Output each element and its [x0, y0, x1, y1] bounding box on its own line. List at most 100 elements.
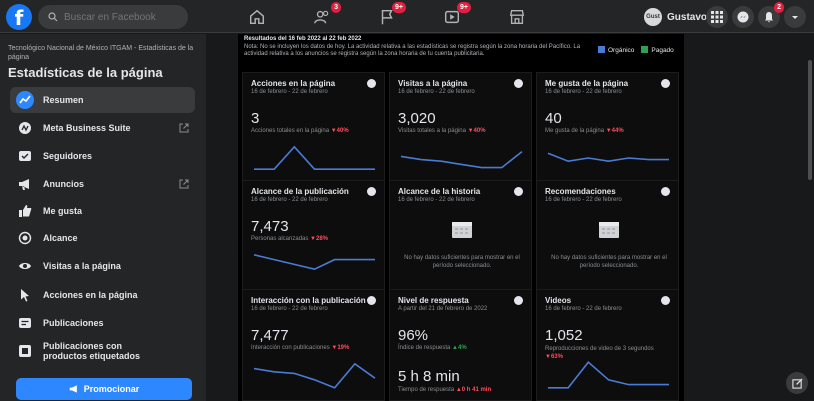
trend-line — [253, 254, 375, 271]
sidebar-item-label: Publicaciones — [43, 318, 104, 328]
profile-button[interactable]: Gust Gustavo — [644, 6, 707, 28]
caret-down-icon — [792, 16, 798, 19]
pages-flag-icon[interactable]: 9+ — [376, 2, 406, 28]
trend-line — [253, 362, 376, 389]
calendar-icon — [452, 222, 472, 238]
card-date: 16 de febrero - 22 de febrero — [545, 89, 622, 95]
card-date: 16 de febrero - 22 de febrero — [398, 89, 475, 95]
empty-state-text: No hay datos suficientes para mostrar en… — [404, 255, 520, 269]
card-date: A partir del 21 de febrero de 2022 — [398, 306, 488, 312]
sparkline — [547, 152, 669, 163]
legend-organic: Orgánico — [598, 46, 634, 54]
megaphone-icon — [16, 175, 34, 193]
card-alcance-publicacion[interactable]: Alcance de la publicación 16 de febrero … — [242, 180, 385, 292]
messenger-button[interactable] — [732, 6, 754, 28]
sidebar-item-label: Alcance — [43, 233, 78, 243]
card-subtitle: Me gusta de la página ▼44% — [545, 128, 624, 134]
card-alcance-historia[interactable]: Alcance de la historia 16 de febrero - 2… — [389, 180, 532, 292]
card-title: Visitas a la página — [398, 79, 468, 88]
sidebar-item-label: Anuncios — [43, 179, 85, 189]
sidebar-item-me-gusta[interactable]: Me gusta — [10, 198, 195, 224]
results-note: Resultados del 16 feb 2022 al 22 feb 202… — [244, 36, 584, 59]
change-down: ▼19% — [331, 345, 350, 351]
info-icon[interactable] — [661, 79, 670, 88]
info-icon[interactable] — [367, 296, 376, 305]
new-message-button[interactable] — [786, 372, 808, 394]
notifications-button[interactable]: 2 — [758, 2, 784, 28]
sidebar-item-alcance[interactable]: Alcance — [10, 225, 195, 251]
pages-badge: 9+ — [392, 2, 406, 13]
sidebar-item-label: Resumen — [43, 95, 84, 105]
sidebar-item-resumen[interactable]: Resumen — [10, 87, 195, 113]
results-note-text: Nota: No se incluyen los datos de hoy. L… — [244, 43, 581, 58]
sidebar-item-seguidores[interactable]: Seguidores — [10, 143, 195, 169]
card-subtitle: Acciones totales en la página ▼40% — [251, 128, 349, 134]
card-visitas[interactable]: Visitas a la página 16 de febrero - 22 d… — [389, 72, 532, 184]
card-acciones[interactable]: Acciones en la página 16 de febrero - 22… — [242, 72, 385, 184]
promote-button[interactable]: Promocionar — [16, 378, 192, 400]
trend-line — [254, 145, 375, 171]
info-icon[interactable] — [514, 79, 523, 88]
card-recomendaciones[interactable]: Recomendaciones 16 de febrero - 22 de fe… — [536, 180, 679, 292]
bell-icon — [765, 12, 773, 23]
card-value: 1,052 — [545, 327, 583, 344]
card-value: 3,020 — [398, 110, 436, 127]
scrollbar-thumb[interactable] — [808, 60, 812, 180]
marketplace-icon[interactable] — [506, 6, 528, 28]
megaphone-icon — [69, 385, 77, 393]
friends-badge: 3 — [331, 2, 341, 13]
card-me-gusta[interactable]: Me gusta de la página 16 de febrero - 22… — [536, 72, 679, 184]
sidebar-item-productos-etiquetados[interactable]: Publicaciones con productos etiquetados — [10, 335, 195, 367]
profile-name: Gustavo — [667, 11, 708, 23]
info-icon[interactable] — [514, 296, 523, 305]
info-icon[interactable] — [367, 79, 376, 88]
change-down: ▲0 h 41 min — [455, 387, 492, 393]
card-value: 3 — [251, 110, 260, 127]
watch-icon[interactable]: 9+ — [441, 2, 471, 28]
account-menu-button[interactable] — [784, 6, 806, 28]
sidebar-item-publicaciones[interactable]: Publicaciones — [10, 310, 195, 336]
sidebar-item-anuncios[interactable]: Anuncios — [10, 171, 195, 197]
sidebar-item-meta-business-suite[interactable]: Meta Business Suite — [10, 115, 195, 141]
page-title: Estadísticas de la página — [8, 65, 163, 80]
home-icon[interactable] — [246, 6, 268, 28]
sparkline — [254, 145, 375, 171]
legend-paid: Pagado — [641, 46, 674, 54]
card-subtitle: Índice de respuesta ▲4% — [398, 345, 467, 351]
card-title: Me gusta de la página — [545, 79, 629, 88]
insights-content: Resultados del 16 feb 2022 al 22 feb 202… — [238, 34, 684, 401]
info-icon[interactable] — [367, 187, 376, 196]
sidebar-item-visitas[interactable]: Visitas a la página — [10, 253, 195, 279]
card-subtitle: Visitas totales a la página ▼40% — [398, 128, 486, 134]
menu-grid-button[interactable] — [706, 6, 728, 28]
facebook-logo[interactable]: f — [6, 4, 32, 30]
trend-line — [400, 150, 523, 169]
compose-icon — [791, 377, 803, 389]
change-down: ▼40% — [330, 128, 349, 134]
grid-icon — [711, 11, 723, 23]
friends-icon[interactable]: 3 — [311, 2, 341, 28]
change-down: ▼44% — [605, 128, 624, 134]
card-nivel-respuesta[interactable]: Nivel de respuesta A partir del 21 de fe… — [389, 289, 532, 401]
card-date: 16 de febrero - 22 de febrero — [545, 306, 622, 312]
sidebar-item-acciones[interactable]: Acciones en la página — [10, 282, 195, 308]
followers-icon — [16, 147, 34, 165]
card-videos[interactable]: Videos 16 de febrero - 22 de febrero 1,0… — [536, 289, 679, 401]
search-input[interactable] — [64, 11, 174, 23]
search-box[interactable] — [38, 5, 188, 29]
card-interaccion[interactable]: Interacción con la publicación 16 de feb… — [242, 289, 385, 401]
info-icon[interactable] — [514, 187, 523, 196]
legend: Orgánico Pagado — [598, 46, 674, 54]
card-subtitle: Personas alcanzadas ▼28% — [251, 236, 328, 242]
external-link-icon — [179, 123, 189, 133]
breadcrumb[interactable]: Tecnológico Nacional de México ITGAM - E… — [8, 44, 198, 62]
sidebar-item-label: Me gusta — [43, 206, 83, 216]
card-title: Recomendaciones — [545, 187, 616, 196]
sidebar-item-label: Visitas a la página — [43, 261, 121, 271]
sidebar-item-label: Seguidores — [43, 151, 93, 161]
response-time-subtitle: Tiempo de respuesta ▲0 h 41 min — [398, 387, 492, 393]
info-icon[interactable] — [661, 187, 670, 196]
info-icon[interactable] — [661, 296, 670, 305]
card-title: Alcance de la historia — [398, 187, 481, 196]
sparkline — [400, 150, 523, 169]
